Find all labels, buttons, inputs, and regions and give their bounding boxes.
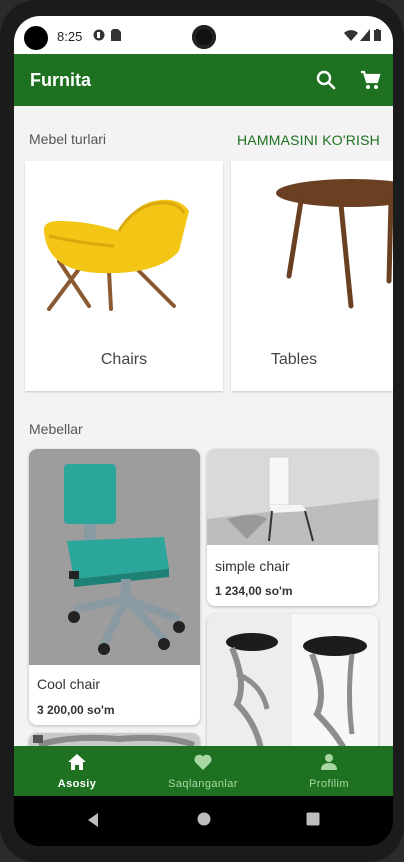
cart-icon[interactable] [358,68,382,92]
products-title: Mebellar [29,421,83,437]
app-title: Furnita [30,70,91,90]
app-bar: Furnita [14,54,393,106]
camera-cutout [24,26,48,50]
product-card-bar-stool[interactable] [207,614,378,746]
screen: 8:25 Furnita Mebel turlari HAMMASINI KO'… [14,16,393,846]
signal-icon [360,29,370,41]
category-label: Chairs [100,351,148,368]
back-icon[interactable] [86,812,100,828]
person-icon [321,754,337,770]
heart-icon [194,754,212,770]
front-camera [192,25,216,49]
nav-item-profile[interactable]: Profilim [266,746,392,796]
product-image [29,449,200,665]
product-price: 1 234,00 so'm [215,584,293,598]
product-image [207,449,378,545]
product-name: Cool chair [37,676,101,692]
category-card-chairs[interactable]: Chairs [25,161,223,391]
device-frame: 8:25 Furnita Mebel turlari HAMMASINI KO'… [0,0,404,862]
product-name: simple chair [215,558,290,574]
product-image [29,733,200,746]
status-time: 8:25 [57,29,83,44]
bottom-navigation: Asosiy Saqlanganlar Profilim [14,746,393,796]
nav-label: Profilim [309,778,349,790]
battery-icon [374,29,381,41]
system-navigation-bar [14,796,393,846]
recents-icon[interactable] [306,812,320,826]
wifi-icon [344,30,358,41]
product-price: 3 200,00 so'm [37,703,115,717]
product-card-simple-chair[interactable]: simple chair 1 234,00 so'm [207,449,378,606]
product-card-cool-chair[interactable]: Cool chair 3 200,00 so'm [29,449,200,725]
sim-card-icon [111,29,121,41]
category-card-tables[interactable]: Tables [231,161,393,391]
notification-icon [93,29,105,41]
nav-label: Saqlanganlar [168,778,238,790]
product-image [207,614,378,746]
category-label: Tables [270,351,318,368]
categories-title: Mebel turlari [29,131,107,147]
status-bar: 8:25 [14,16,393,54]
table-image [276,179,393,309]
main-content[interactable]: Mebel turlari HAMMASINI KO'RISH Chairs T… [14,106,393,746]
see-all-link[interactable]: HAMMASINI KO'RISH [237,132,380,148]
home-button-icon[interactable] [197,812,211,826]
home-icon [68,754,86,770]
search-icon[interactable] [314,68,338,92]
nav-item-saved[interactable]: Saqlanganlar [140,746,266,796]
nav-label: Asosiy [57,778,97,790]
nav-item-home[interactable]: Asosiy [14,746,140,796]
product-card-partial[interactable] [29,733,200,746]
chair-image [43,199,189,311]
